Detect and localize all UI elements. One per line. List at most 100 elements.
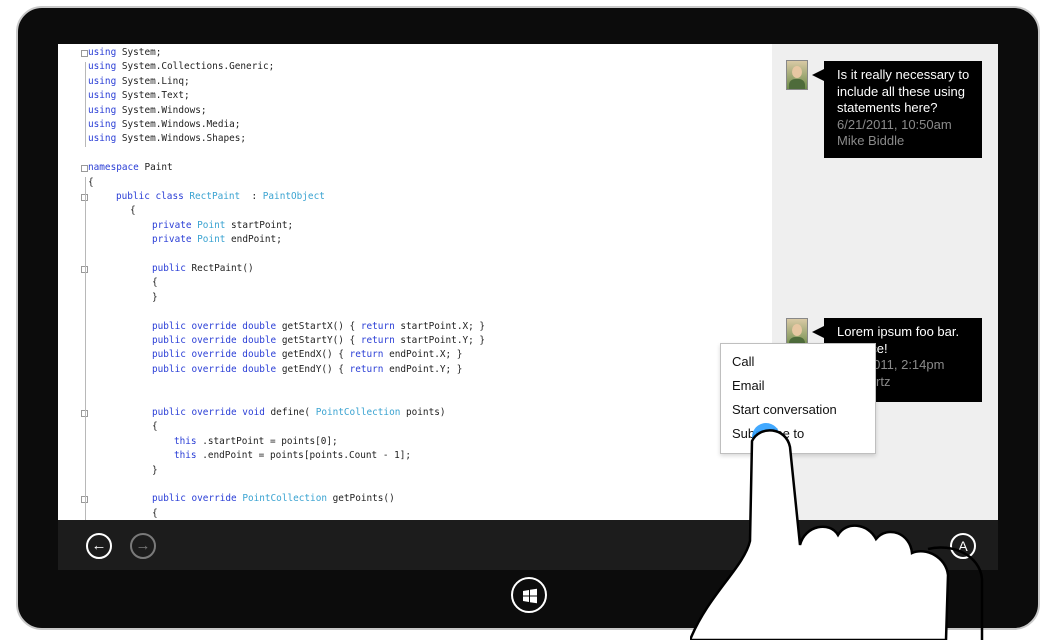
code-keyword: public override double — [152, 349, 277, 361]
code-token: Paint — [138, 162, 173, 174]
code-keyword: return — [355, 335, 395, 346]
code-line: public override void define( PointCollec… — [152, 406, 446, 420]
code-keyword: private — [152, 234, 192, 246]
code-line: public override double getEndY() { retur… — [152, 363, 462, 377]
code-token: { — [130, 205, 136, 217]
code-keyword: namespace — [88, 162, 139, 174]
code-token: RectPaint() — [185, 263, 254, 274]
code-line: using System.Linq; — [88, 75, 190, 89]
code-token: .startPoint = points[0]; — [196, 435, 338, 447]
code-line: using System.Text; — [88, 89, 190, 103]
code-keyword: private — [152, 219, 192, 231]
comment-bubble[interactable]: Is it really necessary to include all th… — [812, 61, 982, 158]
outline-guide — [85, 62, 86, 148]
code-keyword: using — [88, 47, 117, 58]
code-keyword: this — [174, 435, 197, 447]
code-keyword: using — [88, 119, 117, 130]
code-token: endPoint; — [225, 234, 282, 246]
code-token: .endPoint = points[points.Count - 1]; — [196, 450, 412, 462]
code-line: } — [152, 291, 158, 305]
code-type: PointCollection — [236, 493, 327, 505]
code-line: this .startPoint = points[0]; — [174, 435, 338, 449]
code-line: using System.Windows.Media; — [88, 118, 240, 132]
code-keyword: public override double — [152, 335, 277, 346]
code-keyword: return — [355, 320, 395, 332]
code-token: getStartY() { — [276, 335, 356, 346]
code-type: RectPaint — [183, 191, 241, 202]
code-line: using System; — [88, 46, 161, 60]
code-type: PointCollection — [310, 407, 401, 418]
code-keyword: return — [343, 363, 384, 375]
code-line: using System.Windows.Shapes; — [88, 132, 246, 146]
code-line: public override PointCollection getPoint… — [152, 492, 395, 506]
code-line: public override double getStartY() { ret… — [152, 334, 485, 348]
code-token: System.Windows; — [116, 104, 207, 116]
code-token: startPoint; — [225, 219, 294, 231]
code-line: this .endPoint = points[points.Count - 1… — [174, 449, 411, 463]
code-line: { — [130, 204, 136, 218]
code-line: { — [88, 176, 94, 190]
code-keyword: public override double — [152, 320, 277, 332]
code-line: } — [152, 464, 158, 478]
code-line: namespace Paint — [88, 161, 173, 175]
code-token: endPoint.X; } — [383, 349, 463, 361]
menu-item-email[interactable]: Email — [732, 376, 765, 396]
code-line: using System.Collections.Generic; — [88, 60, 274, 74]
hand-pointer-icon — [690, 429, 984, 640]
code-token: System; — [116, 47, 162, 58]
code-token: System.Text; — [116, 90, 190, 102]
code-editor[interactable]: using System; using System.Collections.Ge… — [58, 44, 772, 528]
code-keyword: return — [343, 349, 384, 361]
code-keyword: public override double — [152, 363, 277, 375]
menu-item-call[interactable]: Call — [732, 352, 754, 372]
code-line: private Point endPoint; — [152, 233, 282, 247]
code-line: public class RectPaint : PaintObject — [116, 190, 325, 204]
windows-button[interactable] — [511, 577, 547, 613]
menu-item-start-conversation[interactable]: Start conversation — [732, 400, 837, 420]
code-type: Point — [191, 234, 226, 246]
code-token: System.Windows.Media; — [116, 119, 241, 130]
code-token: { — [152, 277, 158, 289]
windows-logo-icon — [523, 588, 537, 604]
code-type: PaintObject — [257, 191, 325, 202]
code-keyword: using — [88, 133, 117, 145]
code-keyword: public class — [116, 191, 184, 202]
code-token: startPoint.Y; } — [394, 335, 486, 346]
code-token: } — [152, 464, 158, 476]
code-token: getEndY() { — [276, 363, 344, 375]
comment-text: Is it really necessary to include all th… — [837, 67, 970, 115]
code-token: { — [152, 507, 158, 519]
code-keyword: public — [152, 263, 186, 274]
code-keyword: this — [174, 450, 197, 462]
code-line: public override double getStartX() { ret… — [152, 320, 485, 334]
avatar[interactable] — [786, 60, 808, 90]
code-line: { — [152, 276, 158, 290]
code-token: define( — [264, 407, 311, 418]
code-line: using System.Windows; — [88, 104, 207, 118]
fold-marker-icon[interactable] — [81, 50, 88, 57]
code-token: : — [240, 191, 258, 202]
forward-arrow-icon[interactable]: → — [130, 533, 156, 559]
code-token: points) — [400, 407, 446, 418]
code-line: private Point startPoint; — [152, 219, 293, 233]
code-token: startPoint.X; } — [394, 320, 486, 332]
code-token: getPoints() — [326, 493, 395, 505]
code-line: { — [152, 420, 158, 434]
code-line: { — [152, 507, 158, 521]
code-token: endPoint.Y; } — [383, 363, 463, 375]
fold-marker-icon[interactable] — [81, 165, 88, 173]
code-keyword: using — [88, 61, 117, 73]
back-arrow-icon[interactable]: ← — [86, 533, 112, 559]
code-token: { — [88, 176, 94, 188]
code-token: System.Linq; — [116, 75, 190, 87]
code-token: } — [152, 291, 158, 303]
code-token: System.Windows.Shapes; — [116, 133, 247, 145]
code-keyword: public override — [152, 493, 237, 505]
code-token: System.Collections.Generic; — [116, 61, 275, 73]
code-token: getEndX() { — [276, 349, 344, 361]
comment-date: 6/21/2011, 10:50am — [837, 116, 952, 132]
code-line: public RectPaint() — [152, 262, 254, 276]
code-token: getStartX() { — [276, 320, 356, 332]
code-keyword: public override void — [152, 407, 265, 418]
code-token: { — [152, 421, 158, 433]
